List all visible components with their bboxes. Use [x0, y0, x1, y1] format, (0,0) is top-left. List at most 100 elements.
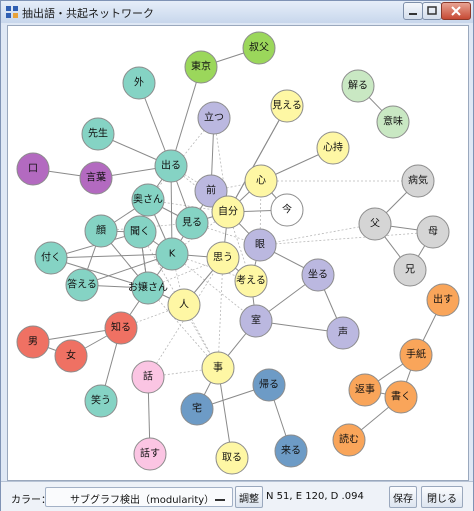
node-ojosan[interactable]: お嬢さん — [128, 271, 168, 305]
node-toru[interactable]: 取る — [215, 441, 249, 475]
chevron-down-icon — [215, 499, 225, 501]
node-kotaeru[interactable]: 答える — [65, 268, 99, 302]
node-tsuku[interactable]: 付く — [34, 241, 68, 275]
network-edge — [217, 257, 224, 369]
node-label: 心持 — [323, 141, 343, 154]
color-mode-value: サブグラフ検出（modularity） — [70, 495, 215, 506]
node-label: 話 — [143, 370, 153, 383]
node-label: 顔 — [96, 224, 106, 237]
node-koto[interactable]: 事 — [201, 351, 235, 385]
node-kuchi[interactable]: 口 — [16, 152, 50, 186]
node-label: 心 — [256, 175, 266, 187]
node-label: 声 — [338, 326, 348, 339]
node-label: 病気 — [408, 174, 428, 187]
node-label: 自分 — [218, 205, 238, 218]
node-label: 東京 — [191, 60, 211, 73]
node-shinji[interactable]: 心持 — [316, 131, 350, 165]
node-label: K — [169, 249, 176, 260]
node-imi[interactable]: 意味 — [376, 105, 410, 139]
node-otoko[interactable]: 男 — [16, 325, 50, 359]
network-window: 抽出語・共起ネットワーク 叔父 東京外 解る 意味 見える 立つ 先生 心持口言葉 出る心 病気前… — [0, 0, 474, 511]
node-label: 見る — [182, 217, 202, 229]
node-label: 答える — [67, 278, 97, 291]
node-label: 室 — [251, 314, 261, 327]
node-label: 口 — [28, 164, 38, 175]
node-label: 書く — [391, 390, 411, 403]
node-label: 話す — [140, 447, 160, 460]
close-window-button[interactable] — [441, 2, 471, 20]
node-ima[interactable]: 今 — [270, 193, 304, 227]
network-canvas: 叔父 東京外 解る 意味 見える 立つ 先生 心持口言葉 出る心 病気前奥さん 自分 今父母 顔 聞く 見る… — [7, 25, 469, 481]
node-label: 事 — [213, 361, 223, 374]
node-K[interactable]: K — [155, 237, 189, 271]
node-label: 付く — [41, 251, 61, 264]
node-kokoro[interactable]: 心 — [244, 164, 278, 198]
node-label: 知る — [111, 321, 131, 334]
node-heya[interactable]: 室 — [239, 304, 273, 338]
node-tatsu[interactable]: 立つ — [197, 101, 231, 135]
node-tegami[interactable]: 手紙 — [399, 338, 433, 372]
node-mieru[interactable]: 見える — [270, 89, 304, 123]
node-label: 立つ — [204, 111, 224, 124]
node-chichi[interactable]: 父 — [358, 207, 392, 241]
node-label: 母 — [428, 226, 438, 238]
node-kaeru[interactable]: 帰る — [252, 368, 286, 402]
node-label: お嬢さん — [128, 281, 168, 294]
node-soto[interactable]: 外 — [122, 66, 156, 100]
node-jibun[interactable]: 自分 — [211, 195, 245, 229]
node-kuru[interactable]: 来る — [274, 434, 308, 468]
node-haha[interactable]: 母 — [416, 215, 450, 249]
node-label: 思う — [213, 252, 233, 264]
node-label: 人 — [179, 299, 189, 311]
node-hito[interactable]: 人 — [167, 288, 201, 322]
node-shiru[interactable]: 知る — [104, 311, 138, 345]
node-koe[interactable]: 声 — [326, 316, 360, 350]
save-button[interactable]: 保存 — [389, 486, 417, 508]
node-yomu[interactable]: 読む — [332, 423, 366, 457]
node-kangaeru[interactable]: 考える — [234, 264, 268, 298]
node-kiku[interactable]: 聞く — [123, 215, 157, 249]
co-occurrence-network: 叔父東京外 解る意味 見える立つ先生心持口言葉 出る心 病気前奥さん自分 今父母 顔 聞く 見る… — [16, 31, 460, 475]
node-warau[interactable]: 笑う — [84, 384, 118, 418]
adjust-button[interactable]: 調整 — [235, 486, 263, 508]
bottom-toolbar: カラー： サブグラフ検出（modularity） 調整 N 51, E 120,… — [1, 481, 473, 511]
node-label: 解る — [348, 79, 368, 92]
close-icon — [451, 6, 461, 16]
node-label: 手紙 — [406, 348, 426, 361]
node-deru[interactable]: 出る — [154, 149, 188, 183]
node-onna[interactable]: 女 — [54, 339, 88, 373]
node-label: 出す — [433, 293, 453, 306]
node-kaku[interactable]: 書く — [384, 380, 418, 414]
node-henji[interactable]: 返事 — [348, 373, 382, 407]
node-kao[interactable]: 顔 — [84, 214, 118, 248]
node-taku[interactable]: 宅 — [180, 392, 214, 426]
node-label: 返事 — [355, 383, 375, 396]
node-okusan[interactable]: 奥さん — [131, 183, 165, 217]
node-label: 兄 — [405, 264, 415, 276]
node-kyofu[interactable]: 叔父 — [242, 31, 276, 65]
node-wakaru[interactable]: 解る — [341, 69, 375, 103]
node-byoki[interactable]: 病気 — [401, 164, 435, 198]
node-kotoba[interactable]: 言葉 — [79, 161, 113, 195]
node-me[interactable]: 眼 — [243, 228, 277, 262]
node-hanashi[interactable]: 話 — [131, 360, 165, 394]
node-ani[interactable]: 兄 — [393, 253, 427, 287]
close-button[interactable]: 閉じる — [421, 486, 463, 508]
node-tokyo[interactable]: 東京 — [184, 50, 218, 84]
node-sensei[interactable]: 先生 — [81, 117, 115, 151]
node-label: 考える — [236, 275, 266, 287]
node-label: 男 — [28, 336, 38, 348]
color-mode-select[interactable]: サブグラフ検出（modularity） — [45, 487, 233, 507]
node-miru[interactable]: 見る — [175, 206, 209, 240]
node-hanasu[interactable]: 話す — [133, 437, 167, 471]
node-deru2[interactable]: 出す — [426, 283, 460, 317]
node-omou[interactable]: 思う — [206, 241, 240, 275]
node-label: 奥さん — [133, 193, 163, 206]
minimize-button[interactable] — [403, 2, 423, 20]
maximize-icon — [427, 6, 437, 15]
maximize-button[interactable] — [422, 2, 442, 20]
node-label: 父 — [370, 218, 380, 230]
node-label: 眼 — [255, 239, 265, 251]
node-suwaru[interactable]: 坐る — [301, 258, 335, 292]
title-bar: 抽出語・共起ネットワーク — [1, 1, 473, 23]
